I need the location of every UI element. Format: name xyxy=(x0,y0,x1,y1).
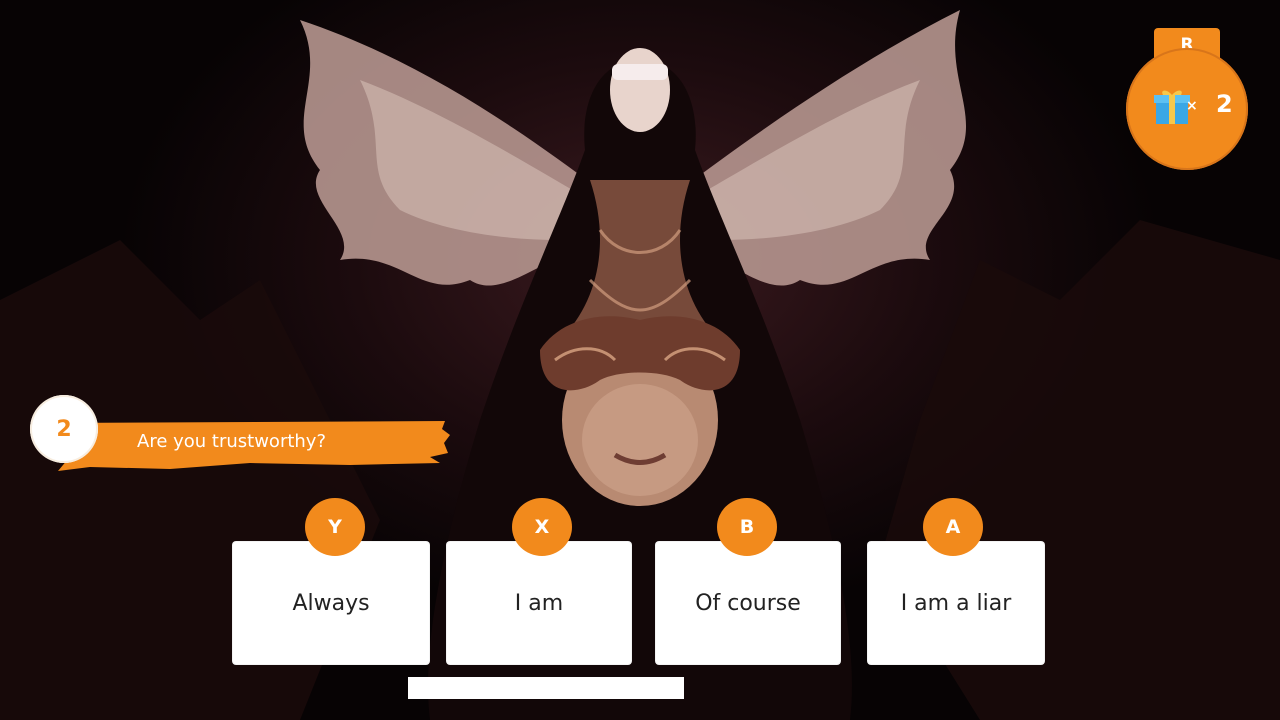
multiplier-sign: × xyxy=(1186,98,1198,114)
button-hint-a: A xyxy=(923,498,983,556)
button-hint-y: Y xyxy=(305,498,365,556)
answer-label: I am xyxy=(514,590,564,616)
answer-label: Of course xyxy=(695,590,801,616)
question-text: Are you trustworthy? xyxy=(137,431,327,452)
gift-counter[interactable]: R × 2 xyxy=(1124,28,1254,173)
answer-label: I am a liar xyxy=(900,590,1012,616)
answer-card[interactable]: I am a liar xyxy=(868,542,1044,664)
answer-option-a[interactable]: I am a liar A xyxy=(868,498,1068,666)
answer-card[interactable]: Always xyxy=(233,542,429,664)
answer-timer-bar xyxy=(408,677,684,699)
answer-option-y[interactable]: Always Y xyxy=(233,498,433,666)
answer-option-x[interactable]: I am X xyxy=(447,498,647,666)
button-hint-b: B xyxy=(717,498,777,556)
game-screen: R × 2 2 Are you trustworthy? Always Y I … xyxy=(0,0,1280,720)
gift-count: 2 xyxy=(1216,90,1233,118)
answer-option-b[interactable]: Of course B xyxy=(656,498,856,666)
question-banner: 2 Are you trustworthy? xyxy=(30,395,450,475)
question-number: 2 xyxy=(30,395,98,463)
answer-card[interactable]: Of course xyxy=(656,542,840,664)
answer-label: Always xyxy=(292,590,370,616)
answer-card[interactable]: I am xyxy=(447,542,631,664)
button-hint-x: X xyxy=(512,498,572,556)
